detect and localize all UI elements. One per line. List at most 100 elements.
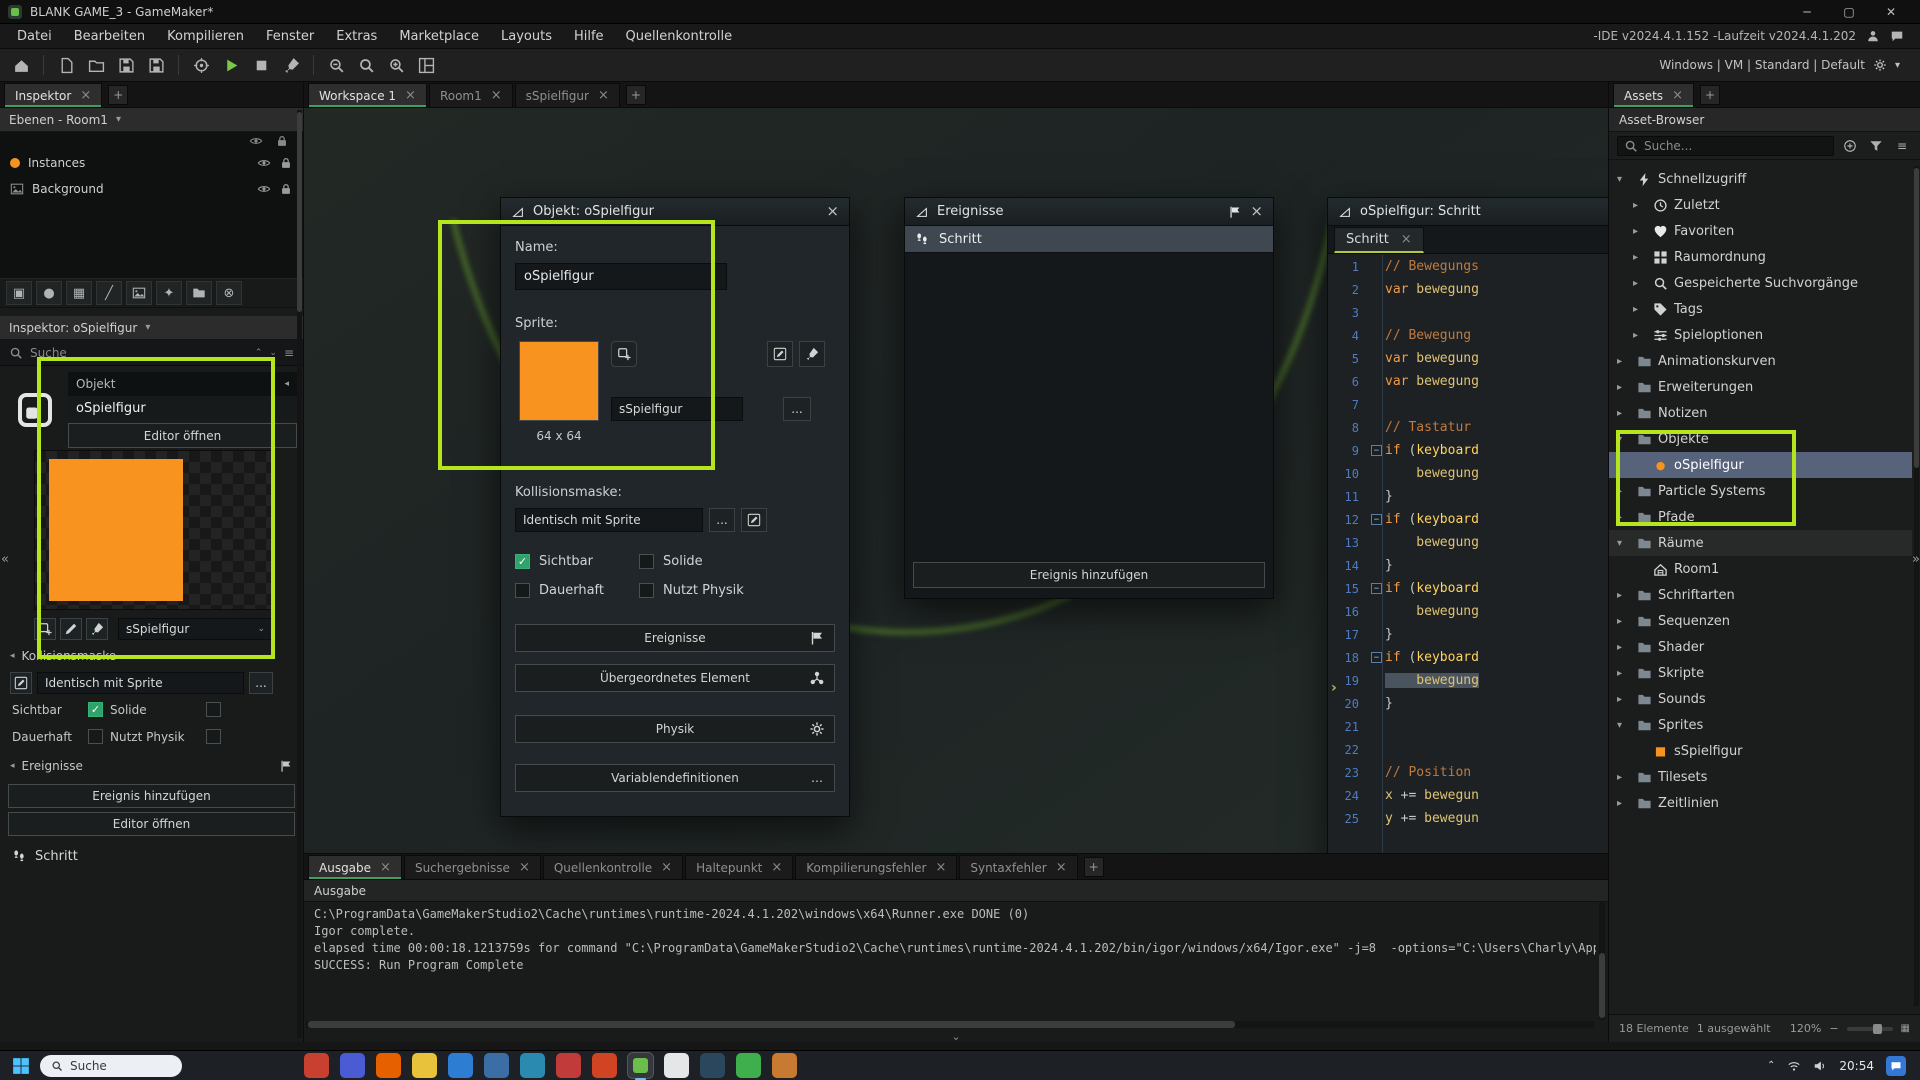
chevron-right-icon[interactable]: ▸ — [1633, 330, 1647, 341]
chevron-right-icon[interactable]: ▸ — [1633, 226, 1647, 237]
menu-bearbeiten[interactable]: Bearbeiten — [63, 24, 156, 49]
checkbox-nutzt-physik[interactable] — [206, 729, 221, 744]
output-add-tab-button[interactable]: + — [1084, 857, 1104, 877]
chevron-right-icon[interactable]: ▸ — [1617, 590, 1631, 601]
add-asset-icon[interactable] — [1840, 136, 1860, 156]
new-layer-folder-button[interactable] — [186, 281, 212, 305]
physik-button[interactable]: Physik — [515, 715, 835, 743]
asset-gespeicherte-suchvorg-nge[interactable]: ▸Gespeicherte Suchvorgänge — [1609, 270, 1912, 296]
close-icon[interactable]: × — [380, 861, 391, 874]
events-window-titlebar[interactable]: Ereignisse × — [905, 198, 1273, 226]
code-area[interactable]: 1// Bewegungs2var bewegung34// Bewegung5… — [1328, 255, 1608, 853]
checkbox-nutzt-physik[interactable] — [639, 583, 654, 598]
asset-sounds[interactable]: ▸Sounds — [1609, 686, 1912, 712]
clock-label[interactable]: 20:54 — [1839, 1059, 1874, 1073]
collapse-output-icon[interactable]: ⌄ — [304, 1030, 1608, 1042]
close-icon[interactable]: × — [1056, 861, 1067, 874]
taskbar-app-gamemaker[interactable] — [628, 1053, 653, 1078]
asset-schriftarten[interactable]: ▸Schriftarten — [1609, 582, 1912, 608]
home-button[interactable] — [8, 52, 34, 78]
edit-collision-mask-button[interactable] — [741, 508, 767, 532]
taskbar-app-app-teal[interactable] — [520, 1053, 545, 1078]
taskbar-app-powerpoint[interactable] — [592, 1053, 617, 1078]
taskbar-app-explorer[interactable] — [412, 1053, 437, 1078]
events-section-header[interactable]: ◂ Ereignisse — [0, 756, 303, 776]
menu-layouts[interactable]: Layouts — [490, 24, 563, 49]
close-icon[interactable]: × — [826, 204, 839, 219]
close-icon[interactable]: × — [405, 89, 416, 102]
output-tab-kompilierungsfehler[interactable]: Kompilierungsfehler× — [795, 855, 957, 879]
search-next-icon[interactable]: ⌄ — [269, 348, 277, 358]
asset-animationskurven[interactable]: ▸Animationskurven — [1609, 348, 1912, 374]
save-all-button[interactable] — [143, 52, 169, 78]
new-sprite-button[interactable] — [611, 341, 637, 367]
collision-more-button[interactable]: ... — [709, 508, 735, 532]
chevron-right-icon[interactable]: ▸ — [1617, 512, 1631, 523]
output-log[interactable]: C:\ProgramData\GameMakerStudio2\Cache\ru… — [304, 902, 1596, 1022]
add-event-button[interactable]: Ereignis hinzufügen — [913, 562, 1265, 588]
layer-row-instances[interactable]: Instances — [0, 150, 303, 176]
chevron-right-icon[interactable]: ▸ — [1617, 642, 1631, 653]
menu-datei[interactable]: Datei — [6, 24, 63, 49]
chevron-right-icon[interactable]: ▸ — [1617, 668, 1631, 679]
asset-tags[interactable]: ▸Tags — [1609, 296, 1912, 322]
edit-sprite-button[interactable] — [60, 618, 82, 640]
windows-start-icon[interactable] — [12, 1057, 30, 1075]
chevron-right-icon[interactable]: ▸ — [1617, 408, 1631, 419]
close-icon[interactable]: × — [1401, 233, 1412, 246]
grid-view-icon[interactable]: ▦ — [1901, 1023, 1910, 1034]
chevron-right-icon[interactable]: ▸ — [1617, 694, 1631, 705]
stop-button[interactable] — [248, 52, 274, 78]
network-icon[interactable] — [1787, 1059, 1801, 1073]
target-settings-icon[interactable] — [1873, 58, 1887, 72]
asset-schnellzugriff[interactable]: ▾Schnellzugriff — [1609, 166, 1912, 192]
menu-marketplace[interactable]: Marketplace — [388, 24, 490, 49]
taskbar-app-app-green[interactable] — [736, 1053, 761, 1078]
asset-raumordnung[interactable]: ▸Raumordnung — [1609, 244, 1912, 270]
assets-tab-assets[interactable]: Assets× — [1613, 83, 1694, 107]
checkbox-dauerhaft[interactable] — [88, 729, 103, 744]
output-tab-syntaxfehler[interactable]: Syntaxfehler× — [959, 855, 1077, 879]
bergeordnetes-element-button[interactable]: Übergeordnetes Element — [515, 664, 835, 692]
asset-zuletzt[interactable]: ▸Zuletzt — [1609, 192, 1912, 218]
edit-image-button[interactable] — [799, 341, 825, 367]
new-instance-layer-button[interactable]: ▣ — [6, 281, 32, 305]
zoom-out-button[interactable] — [323, 52, 349, 78]
build-target-button[interactable] — [188, 52, 214, 78]
collapse-right-panel-icon[interactable]: » — [1912, 552, 1920, 567]
close-button[interactable]: ✕ — [1870, 0, 1912, 23]
layer-row-background[interactable]: Background — [0, 176, 303, 202]
new-effect-layer-button[interactable]: ✦ — [156, 281, 182, 305]
open-event-editor-button[interactable]: Editor öffnen — [8, 812, 295, 836]
sprite-select[interactable]: sSpielfigur ⌄ — [118, 618, 273, 640]
chevron-right-icon[interactable]: ▸ — [1633, 200, 1647, 211]
object-window-titlebar[interactable]: Objekt: oSpielfigur × — [501, 198, 849, 226]
chevron-right-icon[interactable]: ▸ — [1617, 772, 1631, 783]
sprite-more-button[interactable]: ... — [783, 397, 811, 421]
checkbox-dauerhaft[interactable] — [515, 583, 530, 598]
delete-layer-button[interactable]: ⊗ — [216, 281, 242, 305]
output-tab-ausgabe[interactable]: Ausgabe× — [308, 855, 402, 879]
asset-particle-systems[interactable]: ▸Particle Systems — [1609, 478, 1912, 504]
scrollbar-thumb[interactable] — [297, 112, 302, 312]
lock-column-lock-icon[interactable] — [275, 134, 289, 148]
close-icon[interactable]: × — [519, 861, 530, 874]
collapse-left-panel-icon[interactable]: « — [1, 552, 9, 567]
inspector-tab-inspektor[interactable]: Inspektor× — [4, 83, 102, 107]
sprite-new-button[interactable] — [34, 618, 56, 640]
chevron-right-icon[interactable]: ▸ — [1617, 356, 1631, 367]
checkbox-sichtbar[interactable]: ✓ — [88, 702, 103, 717]
zoom-in-button[interactable] — [383, 52, 409, 78]
workspace-tab-workspace-1[interactable]: Workspace 1× — [308, 83, 427, 107]
workspace-add-tab-button[interactable]: + — [626, 85, 646, 105]
taskbar-app-firefox[interactable] — [376, 1053, 401, 1078]
asset-room1[interactable]: Room1 — [1609, 556, 1912, 582]
menu-hilfe[interactable]: Hilfe — [563, 24, 615, 49]
layout-grid-button[interactable] — [413, 52, 439, 78]
collision-mode-select[interactable]: Identisch mit Sprite — [37, 672, 244, 694]
chevron-right-icon[interactable]: ▸ — [1617, 486, 1631, 497]
collision-more-button[interactable]: ... — [249, 672, 273, 694]
new-file-button[interactable] — [53, 52, 79, 78]
object-name-input[interactable] — [515, 263, 727, 290]
asset-search-input[interactable]: Suche... — [1617, 136, 1834, 156]
